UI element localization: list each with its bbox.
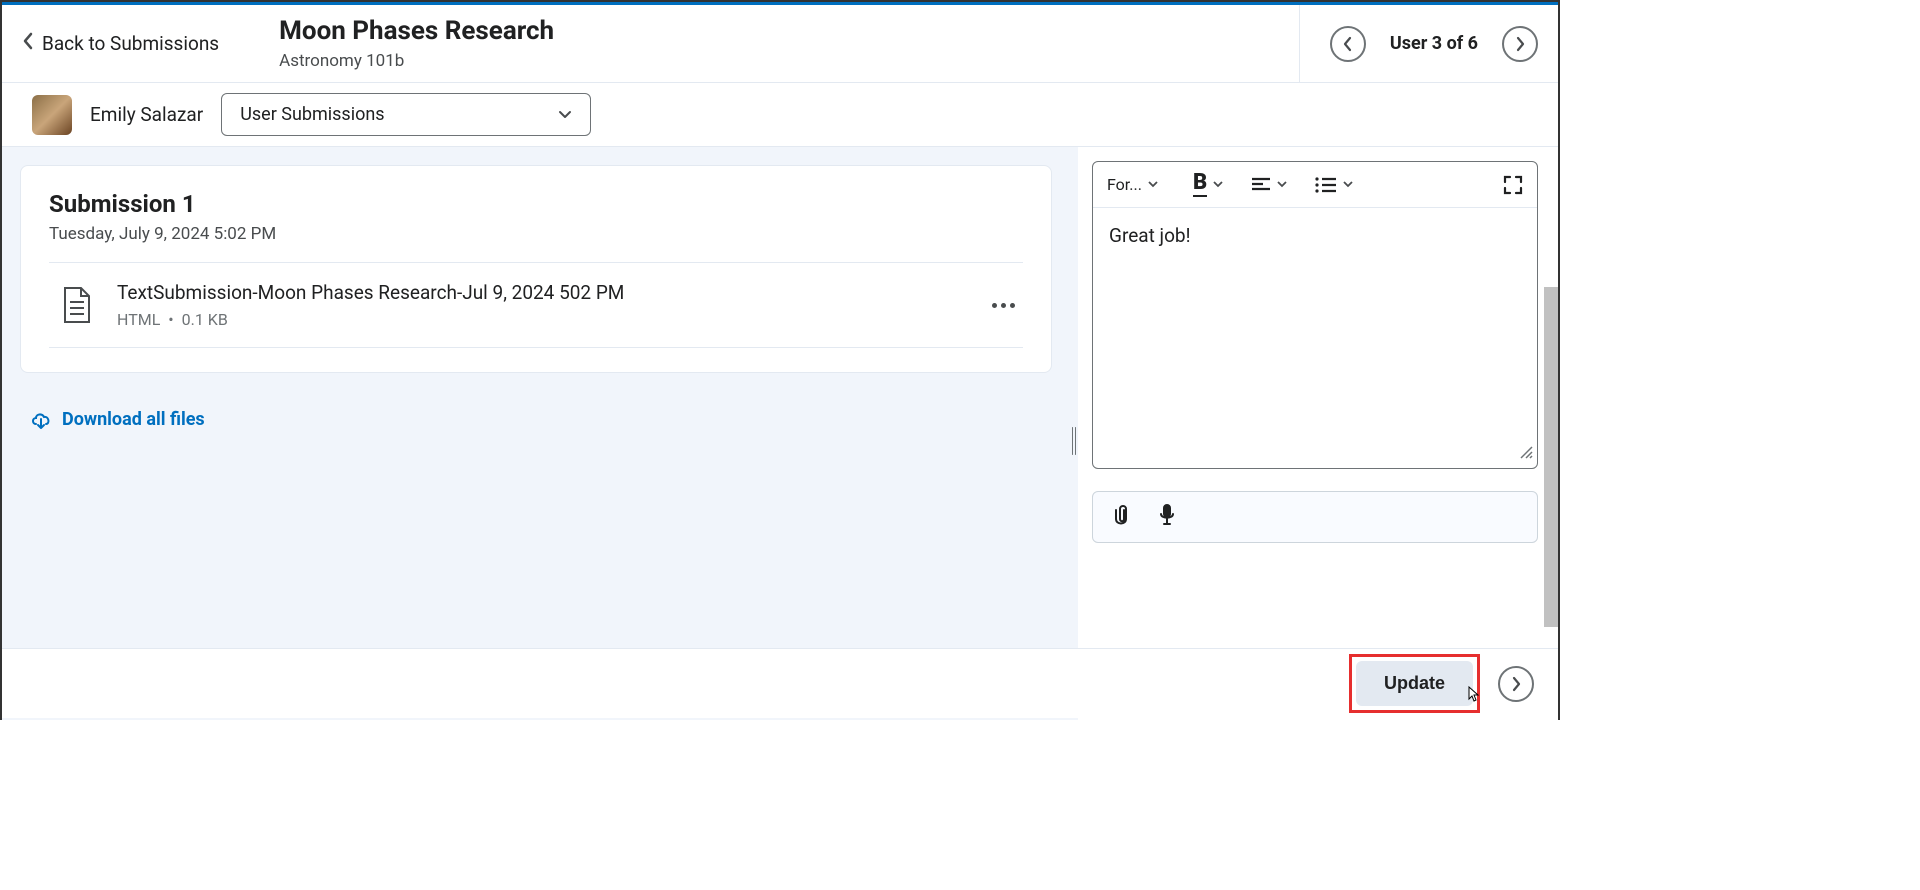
cursor-pointer-icon — [1463, 685, 1481, 712]
prev-user-button[interactable] — [1330, 26, 1366, 62]
file-more-actions[interactable] — [984, 295, 1023, 316]
feedback-panel: For... B G — [1078, 147, 1558, 720]
bold-icon: B — [1193, 172, 1207, 197]
chevron-down-icon — [1277, 181, 1287, 188]
assignment-title: Moon Phases Research — [279, 16, 1299, 47]
editor-toolbar: For... B — [1093, 162, 1537, 208]
paperclip-icon — [1111, 504, 1129, 526]
feedback-editor: For... B G — [1092, 161, 1538, 469]
fullscreen-button[interactable] — [1503, 175, 1523, 195]
panel-divider[interactable] — [1070, 147, 1078, 720]
align-left-icon — [1251, 177, 1271, 193]
submission-panel: Submission 1 Tuesday, July 9, 2024 5:02 … — [2, 147, 1070, 720]
back-label: Back to Submissions — [42, 32, 219, 55]
student-name: Emily Salazar — [90, 103, 203, 126]
grip-icon — [1072, 427, 1076, 455]
back-to-submissions-link[interactable]: Back to Submissions — [22, 32, 259, 55]
student-avatar — [32, 95, 72, 135]
fullscreen-icon — [1503, 175, 1523, 195]
download-all-files-link[interactable]: Download all files — [2, 391, 1070, 448]
next-user-button[interactable] — [1502, 26, 1538, 62]
user-navigation: User 3 of 6 — [1299, 5, 1538, 82]
attach-file-button[interactable] — [1111, 504, 1129, 530]
main-area: Submission 1 Tuesday, July 9, 2024 5:02 … — [2, 147, 1558, 720]
update-button[interactable]: Update — [1356, 661, 1473, 706]
next-button[interactable] — [1498, 666, 1534, 702]
file-type: HTML — [117, 310, 160, 329]
list-icon — [1315, 177, 1337, 193]
align-dropdown[interactable] — [1251, 177, 1287, 193]
course-name: Astronomy 101b — [279, 51, 1299, 71]
submission-title: Submission 1 — [49, 190, 1023, 218]
list-dropdown[interactable] — [1315, 177, 1353, 193]
update-highlight: Update — [1349, 654, 1480, 713]
file-name[interactable]: TextSubmission-Moon Phases Research-Jul … — [117, 281, 984, 304]
assignment-info: Moon Phases Research Astronomy 101b — [259, 16, 1299, 71]
header: Back to Submissions Moon Phases Research… — [2, 5, 1558, 83]
dropdown-label: User Submissions — [240, 104, 384, 125]
footer: Update — [2, 648, 1558, 718]
chevron-right-icon — [1515, 36, 1525, 52]
attachment-bar — [1092, 491, 1538, 543]
format-label: For... — [1107, 175, 1142, 194]
editor-text: Great job! — [1109, 224, 1191, 247]
dot-icon — [1010, 303, 1015, 308]
dot-icon — [992, 303, 997, 308]
submission-date: Tuesday, July 9, 2024 5:02 PM — [49, 224, 1023, 263]
user-submissions-dropdown[interactable]: User Submissions — [221, 93, 591, 136]
record-audio-button[interactable] — [1159, 504, 1175, 530]
file-row: TextSubmission-Moon Phases Research-Jul … — [49, 263, 1023, 348]
subheader: Emily Salazar User Submissions — [2, 83, 1558, 147]
chevron-down-icon — [1343, 181, 1353, 188]
resize-handle[interactable] — [1517, 441, 1533, 464]
submission-card: Submission 1 Tuesday, July 9, 2024 5:02 … — [20, 165, 1052, 373]
dot-icon — [1001, 303, 1006, 308]
download-cloud-icon — [30, 410, 52, 430]
chevron-left-icon — [1343, 36, 1353, 52]
microphone-icon — [1159, 504, 1175, 526]
chevron-down-icon — [1148, 181, 1158, 188]
document-icon — [59, 286, 93, 324]
file-meta: HTML • 0.1 KB — [117, 310, 984, 329]
file-size: 0.1 KB — [182, 310, 228, 329]
chevron-down-icon — [1213, 181, 1223, 188]
editor-content-area[interactable]: Great job! — [1093, 208, 1537, 468]
resize-icon — [1517, 443, 1533, 459]
format-dropdown[interactable]: For... — [1107, 175, 1165, 194]
file-info: TextSubmission-Moon Phases Research-Jul … — [117, 281, 984, 329]
chevron-down-icon — [558, 110, 572, 120]
scrollbar[interactable] — [1544, 287, 1558, 627]
bold-dropdown[interactable]: B — [1193, 172, 1223, 197]
chevron-right-icon — [1511, 676, 1521, 692]
update-label: Update — [1384, 673, 1445, 693]
chevron-left-icon — [22, 32, 34, 55]
user-position-label: User 3 of 6 — [1390, 33, 1478, 54]
download-label: Download all files — [62, 409, 205, 430]
